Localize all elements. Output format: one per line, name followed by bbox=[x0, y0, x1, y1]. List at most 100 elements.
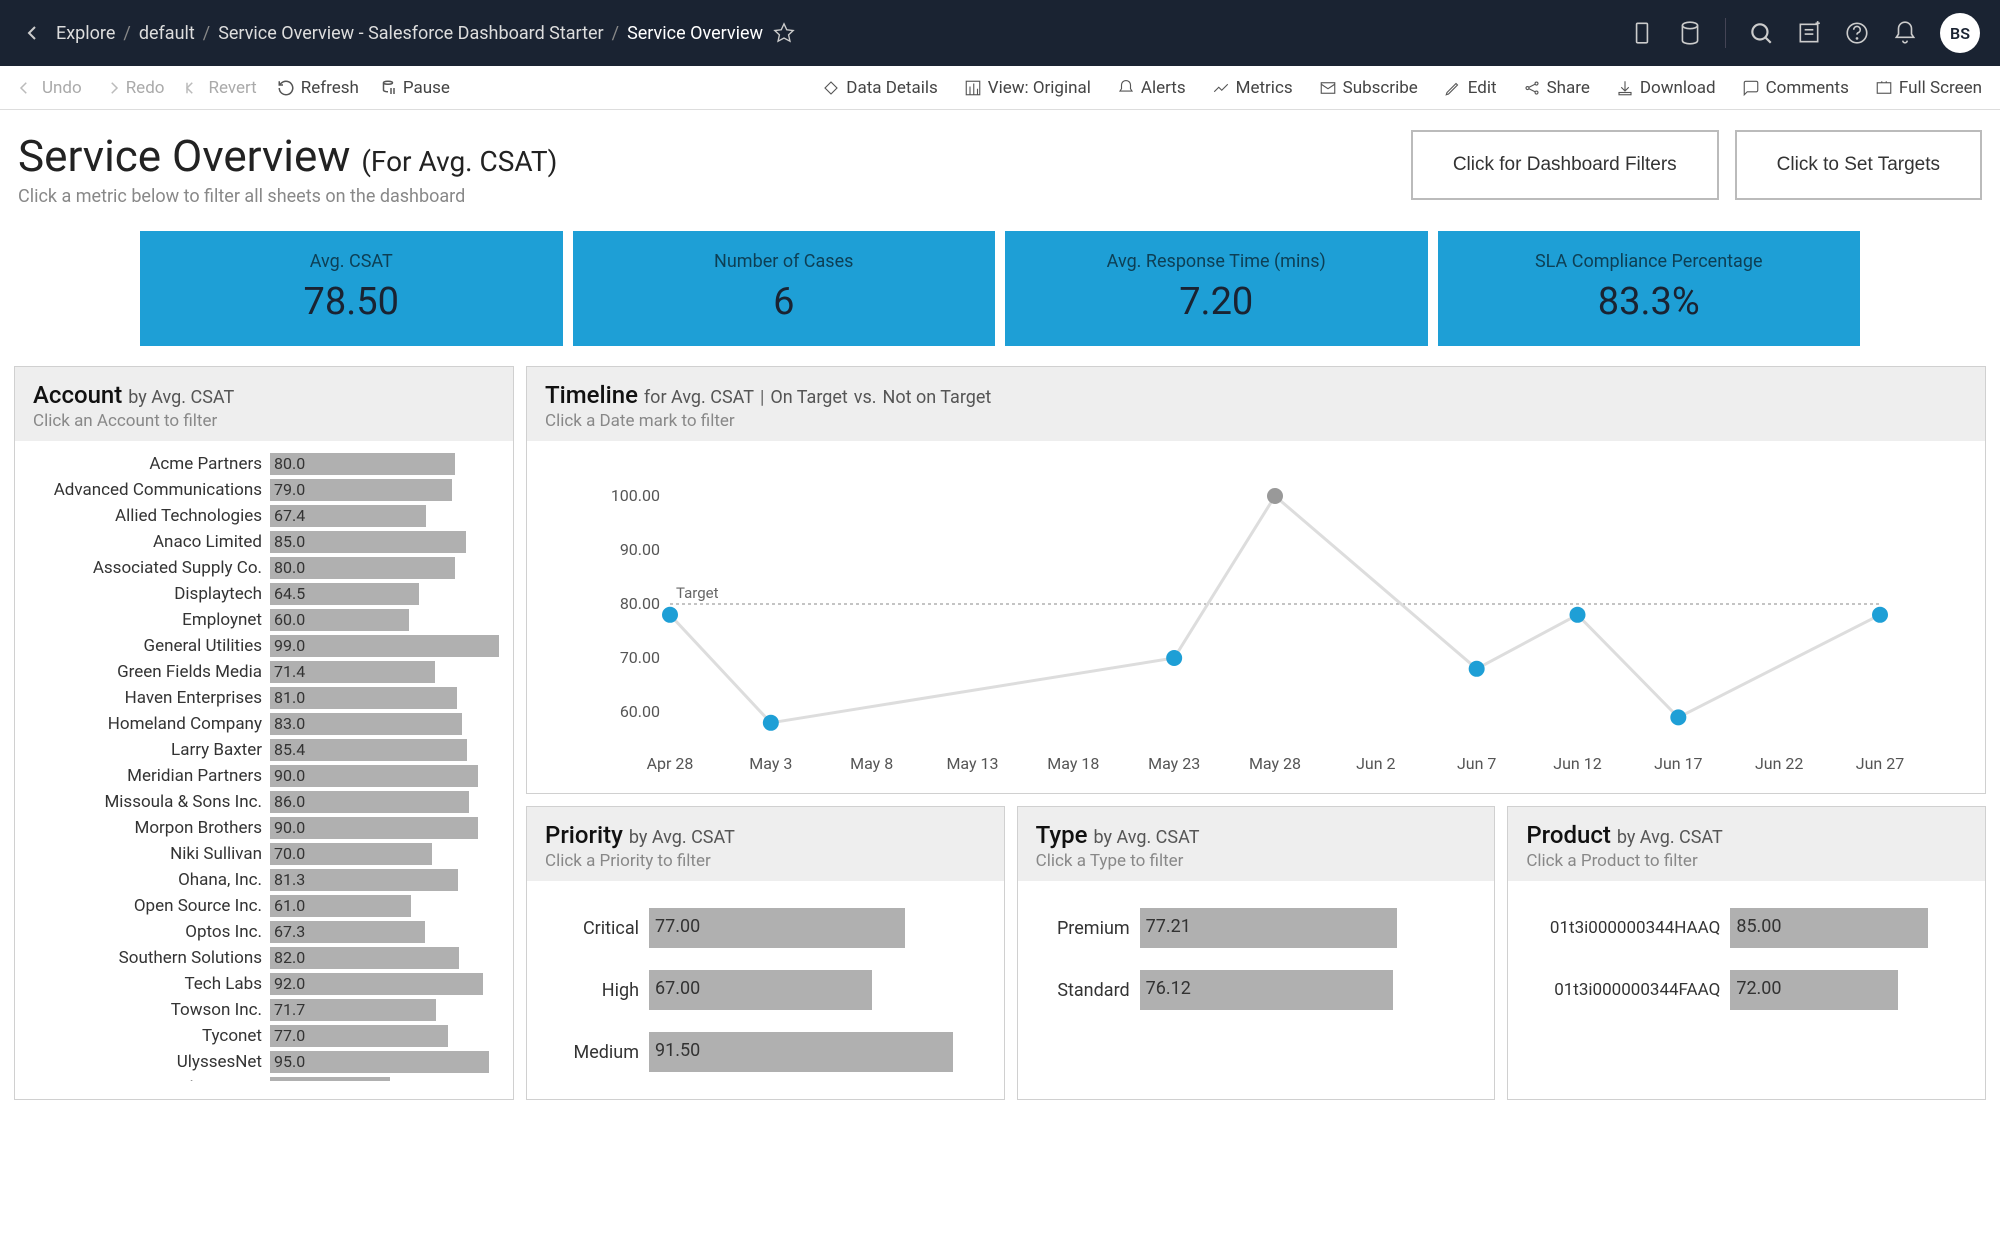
svg-text:May 13: May 13 bbox=[946, 754, 998, 773]
refresh-button[interactable]: Refresh bbox=[277, 78, 359, 98]
back-icon[interactable] bbox=[20, 21, 44, 45]
breadcrumb: Explore/ default/ Service Overview - Sal… bbox=[56, 23, 763, 44]
svg-text:100.00: 100.00 bbox=[611, 486, 660, 505]
product-panel: Product by Avg. CSAT Click a Product to … bbox=[1507, 806, 1986, 1100]
toolbar: Undo Redo Revert Refresh Pause Data Deta… bbox=[0, 66, 2000, 110]
account-row[interactable]: Green Fields Media71.4 bbox=[15, 659, 501, 685]
view-button[interactable]: View: Original bbox=[964, 78, 1091, 98]
priority-panel: Priority by Avg. CSAT Click a Priority t… bbox=[526, 806, 1005, 1100]
account-row[interactable]: Towson Inc.71.7 bbox=[15, 997, 501, 1023]
bar-row[interactable]: Medium91.50 bbox=[549, 1021, 982, 1083]
svg-text:Jun 12: Jun 12 bbox=[1553, 754, 1601, 773]
account-row[interactable]: Employnet60.0 bbox=[15, 607, 501, 633]
comments-button[interactable]: Comments bbox=[1742, 78, 1849, 98]
kpi-tile[interactable]: Number of Cases6 bbox=[573, 231, 996, 346]
dashboard-filters-button[interactable]: Click for Dashboard Filters bbox=[1411, 130, 1719, 200]
edit-button[interactable]: Edit bbox=[1444, 78, 1497, 98]
crumb-explore[interactable]: Explore bbox=[56, 23, 115, 44]
kpi-tile[interactable]: Avg. Response Time (mins)7.20 bbox=[1005, 231, 1428, 346]
notifications-icon[interactable] bbox=[1892, 20, 1918, 46]
crumb-current: Service Overview bbox=[627, 23, 763, 44]
account-row[interactable]: Optos Inc.67.3 bbox=[15, 919, 501, 945]
account-row[interactable]: Acme Partners80.0 bbox=[15, 451, 501, 477]
account-hint: Click an Account to filter bbox=[33, 411, 495, 431]
kpi-row: Avg. CSAT78.50Number of Cases6Avg. Respo… bbox=[0, 217, 2000, 366]
database-icon[interactable] bbox=[1677, 20, 1703, 46]
not-on-target-link[interactable]: Not on Target bbox=[883, 387, 992, 408]
account-list[interactable]: Acme Partners80.0Advanced Communications… bbox=[15, 451, 513, 1081]
timeline-panel: Timeline for Avg. CSAT | On Target vs. N… bbox=[526, 366, 1986, 794]
account-row[interactable]: Open Source Inc.61.0 bbox=[15, 893, 501, 919]
priority-hint: Click a Priority to filter bbox=[545, 851, 986, 871]
account-row[interactable]: Displaytech64.5 bbox=[15, 581, 501, 607]
account-row[interactable]: Niki Sullivan70.0 bbox=[15, 841, 501, 867]
svg-text:90.00: 90.00 bbox=[620, 540, 660, 559]
svg-text:Jun 2: Jun 2 bbox=[1356, 754, 1395, 773]
data-details-button[interactable]: Data Details bbox=[822, 78, 937, 98]
list-add-icon[interactable] bbox=[1796, 20, 1822, 46]
account-row[interactable]: UlyssesNet95.0 bbox=[15, 1049, 501, 1075]
favorite-icon[interactable] bbox=[773, 22, 795, 44]
page-title: Service Overview (For Avg. CSAT) bbox=[18, 130, 557, 182]
svg-text:Jun 17: Jun 17 bbox=[1654, 754, 1702, 773]
alerts-button[interactable]: Alerts bbox=[1117, 78, 1186, 98]
crumb-dashboard[interactable]: Service Overview - Salesforce Dashboard … bbox=[218, 23, 603, 44]
account-row[interactable]: General Utilities99.0 bbox=[15, 633, 501, 659]
help-icon[interactable] bbox=[1844, 20, 1870, 46]
bar-row[interactable]: High67.00 bbox=[549, 959, 982, 1021]
account-row[interactable]: Tyconet77.0 bbox=[15, 1023, 501, 1049]
svg-text:Apr 28: Apr 28 bbox=[647, 754, 694, 773]
bar-row[interactable]: 01t3i000000344FAAQ72.00 bbox=[1530, 959, 1963, 1021]
svg-text:Jun 27: Jun 27 bbox=[1856, 754, 1904, 773]
account-row[interactable]: Larry Baxter85.4 bbox=[15, 737, 501, 763]
full-screen-button[interactable]: Full Screen bbox=[1875, 78, 1982, 98]
account-row[interactable]: Meridian Partners90.0 bbox=[15, 763, 501, 789]
redo-button: Redo bbox=[102, 78, 165, 98]
device-icon[interactable] bbox=[1629, 20, 1655, 46]
account-row[interactable]: Allied Technologies67.4 bbox=[15, 503, 501, 529]
svg-text:May 3: May 3 bbox=[749, 754, 792, 773]
account-row[interactable]: Associated Supply Co.80.0 bbox=[15, 555, 501, 581]
bar-row[interactable]: 01t3i000000344HAAQ85.00 bbox=[1530, 897, 1963, 959]
kpi-tile[interactable]: SLA Compliance Percentage83.3% bbox=[1438, 231, 1861, 346]
timeline-chart[interactable]: 60.0070.0080.0090.00100.00TargetApr 28Ma… bbox=[545, 459, 1955, 779]
account-row[interactable]: Morpon Brothers90.0 bbox=[15, 815, 501, 841]
share-button[interactable]: Share bbox=[1523, 78, 1590, 98]
account-row[interactable]: Ohana, Inc.81.3 bbox=[15, 867, 501, 893]
page-subtitle: Click a metric below to filter all sheet… bbox=[18, 186, 557, 207]
revert-button: Revert bbox=[184, 78, 256, 98]
product-list[interactable]: 01t3i000000344HAAQ85.0001t3i000000344FAA… bbox=[1508, 881, 1985, 1037]
account-row[interactable]: Missoula & Sons Inc.86.0 bbox=[15, 789, 501, 815]
bar-row[interactable]: Premium77.21 bbox=[1040, 897, 1473, 959]
svg-text:Jun 7: Jun 7 bbox=[1457, 754, 1496, 773]
account-row[interactable]: Haven Enterprises81.0 bbox=[15, 685, 501, 711]
svg-text:May 28: May 28 bbox=[1249, 754, 1301, 773]
download-button[interactable]: Download bbox=[1616, 78, 1716, 98]
type-hint: Click a Type to filter bbox=[1036, 851, 1477, 871]
account-row[interactable]: Homeland Company83.0 bbox=[15, 711, 501, 737]
bar-row[interactable]: Critical77.00 bbox=[549, 897, 982, 959]
account-row[interactable]: Anaco Limited85.0 bbox=[15, 529, 501, 555]
svg-text:May 8: May 8 bbox=[850, 754, 893, 773]
crumb-default[interactable]: default bbox=[139, 23, 195, 44]
priority-list[interactable]: Critical77.00High67.00Medium91.50 bbox=[527, 881, 1004, 1099]
account-row[interactable]: Southern Solutions82.0 bbox=[15, 945, 501, 971]
pause-button[interactable]: Pause bbox=[379, 78, 450, 98]
set-targets-button[interactable]: Click to Set Targets bbox=[1735, 130, 1982, 200]
metrics-button[interactable]: Metrics bbox=[1212, 78, 1293, 98]
svg-text:May 18: May 18 bbox=[1047, 754, 1099, 773]
kpi-tile[interactable]: Avg. CSAT78.50 bbox=[140, 231, 563, 346]
bar-row[interactable]: Standard76.12 bbox=[1040, 959, 1473, 1021]
timeline-hint: Click a Date mark to filter bbox=[545, 411, 1967, 431]
subscribe-button[interactable]: Subscribe bbox=[1319, 78, 1418, 98]
avatar[interactable]: BS bbox=[1940, 13, 1980, 53]
search-icon[interactable] bbox=[1748, 20, 1774, 46]
account-row[interactable]: Universal Services52.0 bbox=[15, 1075, 501, 1081]
account-row[interactable]: Advanced Communications79.0 bbox=[15, 477, 501, 503]
account-row[interactable]: Tech Labs92.0 bbox=[15, 971, 501, 997]
type-panel: Type by Avg. CSAT Click a Type to filter… bbox=[1017, 806, 1496, 1100]
svg-text:Jun 22: Jun 22 bbox=[1755, 754, 1803, 773]
page-header: Service Overview (For Avg. CSAT) Click a… bbox=[0, 110, 2000, 217]
type-list[interactable]: Premium77.21Standard76.12 bbox=[1018, 881, 1495, 1037]
top-nav: Explore/ default/ Service Overview - Sal… bbox=[0, 0, 2000, 66]
